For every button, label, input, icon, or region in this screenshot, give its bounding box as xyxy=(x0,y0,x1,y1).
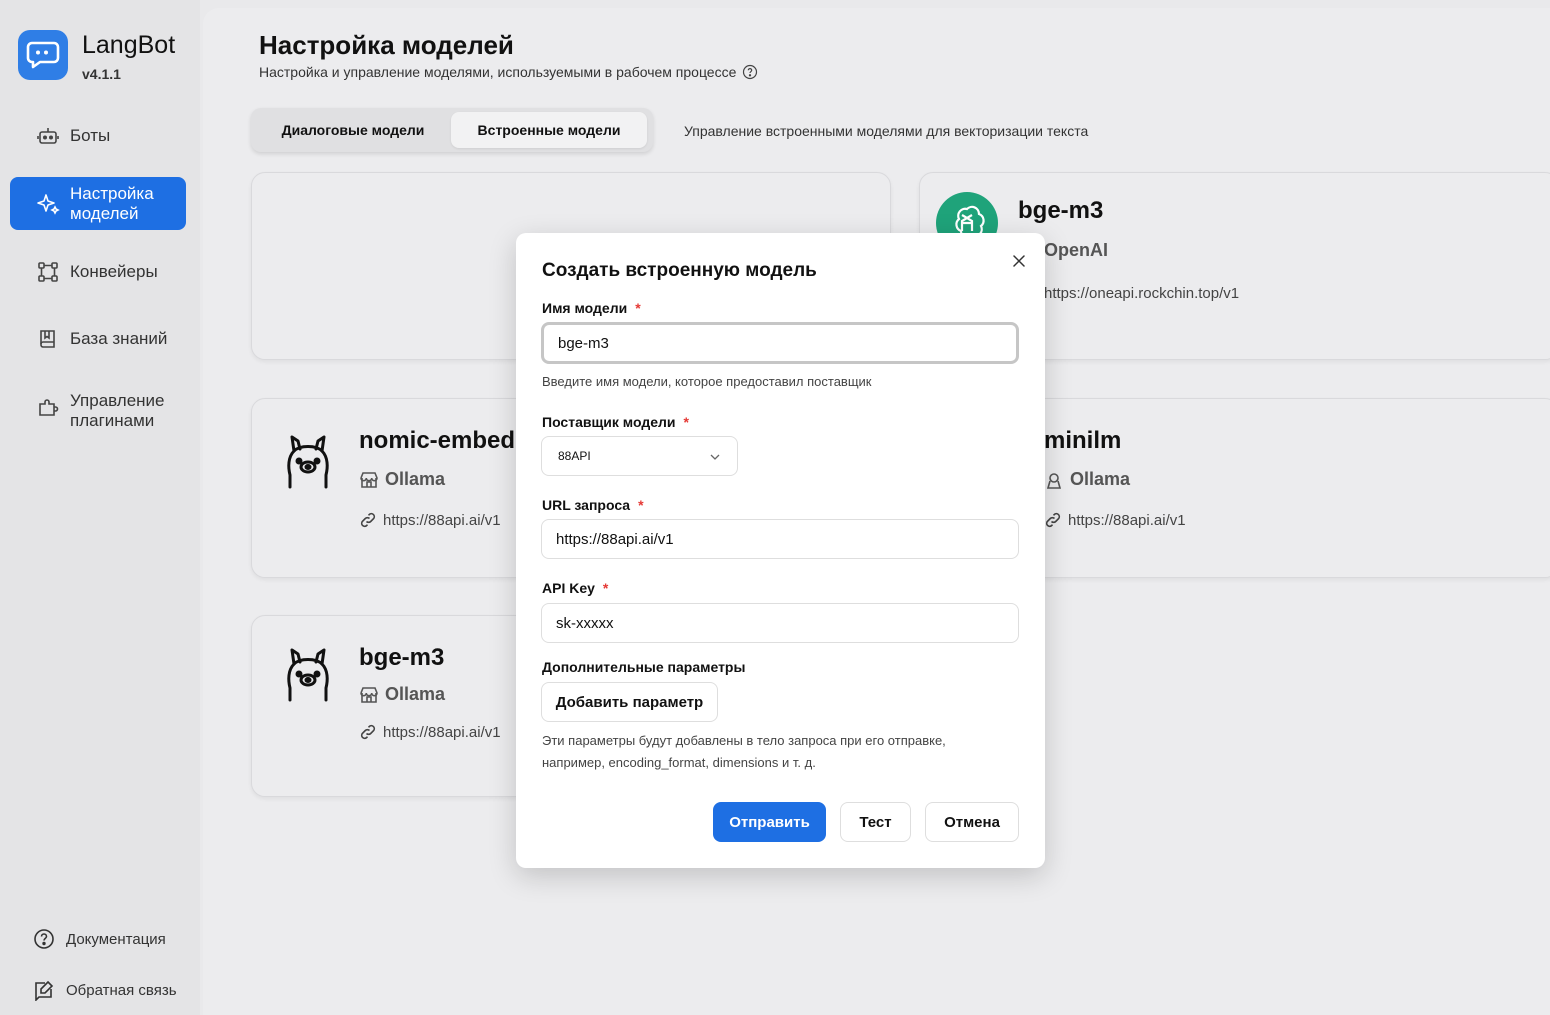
feedback-label: Обратная связь xyxy=(66,981,177,999)
sidebar: LangBot v4.1.1 Боты Настройка моделей Ко… xyxy=(0,0,200,1015)
model-provider: Ollama xyxy=(1044,469,1130,490)
tab-description: Управление встроенными моделями для вект… xyxy=(684,123,1089,139)
url-text: https://88api.ai/v1 xyxy=(1068,511,1186,529)
extra-params-hint-line: например, encoding_format, dimensions и … xyxy=(542,755,816,770)
required-mark: * xyxy=(635,300,641,316)
api-key-label: API Key * xyxy=(542,580,608,596)
close-icon[interactable] xyxy=(1011,253,1027,269)
model-name: minilm xyxy=(1044,427,1122,454)
provider-name: Ollama xyxy=(385,684,446,704)
model-name-label-text: Имя модели xyxy=(542,300,628,316)
api-key-input[interactable]: sk-xxxxx xyxy=(541,603,1019,643)
required-mark: * xyxy=(638,497,644,513)
docs-label: Документация xyxy=(66,930,166,948)
app-name: LangBot xyxy=(82,31,176,59)
test-button[interactable]: Тест xyxy=(840,802,911,842)
url-label-text: URL запроса xyxy=(542,497,631,513)
model-name-label: Имя модели * xyxy=(542,300,641,316)
model-provider: OpenAI xyxy=(1044,240,1108,261)
link-icon xyxy=(359,723,377,741)
pipeline-icon xyxy=(36,260,60,284)
provider-name: Ollama xyxy=(385,469,446,489)
page-title: Настройка моделей xyxy=(259,30,514,60)
provider-name: OpenAI xyxy=(1044,240,1109,260)
extra-params-hint: Эти параметры будут добавлены в тело зап… xyxy=(542,730,946,774)
url-text: https://oneapi.rockchin.top/v1 xyxy=(1044,285,1240,302)
sparkle-icon xyxy=(36,192,60,216)
model-name-input[interactable]: bge-m3 xyxy=(541,322,1019,364)
submit-button[interactable]: Отправить xyxy=(713,802,826,842)
model-provider: Ollama xyxy=(359,469,445,490)
provider-icon xyxy=(1044,470,1064,490)
cancel-button[interactable]: Отмена xyxy=(925,802,1019,842)
provider-label: Поставщик модели * xyxy=(542,414,689,430)
model-name: bge-m3 xyxy=(359,644,445,671)
model-url: https://88api.ai/v1 xyxy=(1044,511,1186,529)
ollama-icon xyxy=(282,644,334,704)
url-text: https://88api.ai/v1 xyxy=(383,511,501,529)
dialog-title: Создать встроенную модель xyxy=(542,260,817,281)
sidebar-item-pipelines[interactable]: Конвейеры xyxy=(10,252,186,292)
book-icon xyxy=(36,327,60,351)
provider-store-icon xyxy=(359,685,379,705)
url-label: URL запроса * xyxy=(542,497,644,513)
model-url: https://oneapi.rockchin.top/v1 xyxy=(1044,285,1239,302)
chevron-down-icon xyxy=(709,451,721,463)
feedback-icon xyxy=(32,978,56,1002)
sidebar-item-models[interactable]: Настройка моделей xyxy=(10,177,186,230)
tab-embedding-models[interactable]: Встроенные модели xyxy=(451,112,647,148)
model-name: nomic-embed xyxy=(359,427,516,454)
model-name: bge-m3 xyxy=(1018,197,1104,224)
create-embedding-model-dialog: Создать встроенную модель Имя модели * bg… xyxy=(516,233,1045,868)
docs-link[interactable]: Документация xyxy=(32,927,166,951)
sidebar-item-label: База знаний xyxy=(70,329,168,348)
url-text: https://88api.ai/v1 xyxy=(383,723,501,741)
model-name-hint: Введите имя модели, которое предоставил … xyxy=(542,374,872,389)
extra-params-hint-line: Эти параметры будут добавлены в тело зап… xyxy=(542,733,946,748)
brand: LangBot v4.1.1 xyxy=(18,30,175,82)
page-subtitle-text: Настройка и управление моделями, использ… xyxy=(259,64,737,80)
help-circle-icon xyxy=(32,927,56,951)
model-url: https://88api.ai/v1 xyxy=(359,723,501,741)
model-tabs: Диалоговые модели Встроенные модели xyxy=(251,108,653,152)
model-url: https://88api.ai/v1 xyxy=(359,511,501,529)
url-input[interactable]: https://88api.ai/v1 xyxy=(541,519,1019,559)
link-icon xyxy=(1044,511,1062,529)
ollama-icon xyxy=(282,431,334,491)
langbot-logo-icon xyxy=(18,30,68,80)
sidebar-item-label: Конвейеры xyxy=(70,262,158,281)
app-version: v4.1.1 xyxy=(82,66,121,82)
required-mark: * xyxy=(683,414,689,430)
model-provider: Ollama xyxy=(359,684,445,705)
provider-select[interactable]: 88API xyxy=(541,436,738,476)
bot-icon xyxy=(36,124,60,148)
sidebar-item-label: Управление плагинами xyxy=(70,391,165,430)
add-parameter-button[interactable]: Добавить параметр xyxy=(541,682,718,722)
plugin-icon xyxy=(36,395,60,419)
provider-label-text: Поставщик модели xyxy=(542,414,676,430)
sidebar-item-plugins[interactable]: Управление плагинами xyxy=(10,391,186,439)
help-icon[interactable] xyxy=(742,64,758,80)
api-key-label-text: API Key xyxy=(542,580,595,596)
tab-dialog-models[interactable]: Диалоговые модели xyxy=(255,112,451,148)
sidebar-item-bots[interactable]: Боты xyxy=(10,116,186,156)
provider-store-icon xyxy=(359,470,379,490)
sidebar-item-label: Боты xyxy=(70,126,111,145)
page-subtitle: Настройка и управление моделями, использ… xyxy=(259,64,758,80)
link-icon xyxy=(359,511,377,529)
sidebar-item-label: Настройка моделей xyxy=(70,183,154,223)
feedback-link[interactable]: Обратная связь xyxy=(32,978,177,1002)
sidebar-item-knowledge[interactable]: База знаний xyxy=(10,319,186,359)
provider-name: Ollama xyxy=(1070,469,1131,489)
extra-params-label: Дополнительные параметры xyxy=(542,659,746,675)
required-mark: * xyxy=(602,580,609,596)
provider-select-value: 88API xyxy=(558,449,591,463)
